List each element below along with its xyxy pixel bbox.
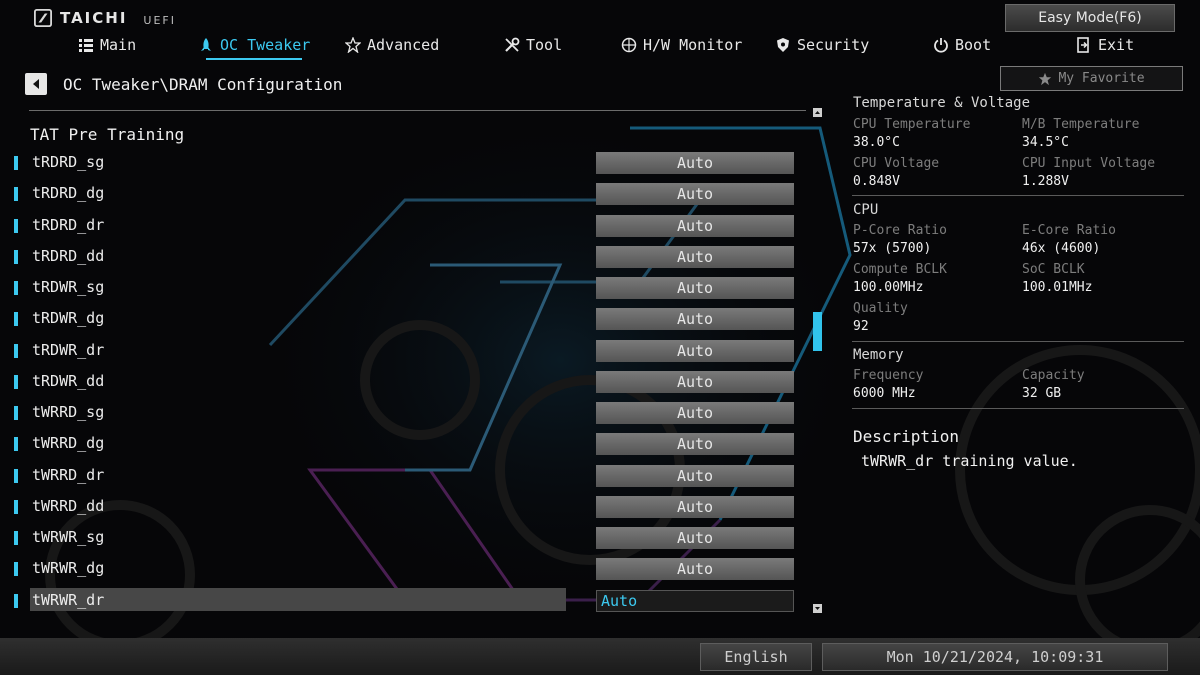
pcore-ratio-label: P-Core Ratio	[853, 223, 947, 238]
cpu-temp-label: CPU Temperature	[853, 117, 971, 132]
quality-value: 92	[853, 319, 869, 334]
description-title: Description	[853, 427, 959, 446]
setting-label[interactable]: tRDRD_dr	[32, 216, 104, 234]
star-icon	[1039, 72, 1052, 85]
setting-value-field[interactable]: Auto	[596, 371, 794, 393]
cpu-voltage-label: CPU Voltage	[853, 156, 940, 171]
language-button[interactable]: English	[700, 643, 812, 671]
row-marker	[14, 281, 18, 295]
row-marker	[14, 406, 18, 420]
row-marker	[14, 437, 18, 451]
setting-value-field[interactable]: Auto	[596, 183, 794, 205]
setting-label[interactable]: tWRRD_dd	[32, 497, 104, 515]
setting-value-field[interactable]: Auto	[596, 465, 794, 487]
row-marker	[14, 562, 18, 576]
setting-value-field[interactable]: Auto	[596, 277, 794, 299]
setting-label[interactable]: tWRWR_sg	[32, 528, 104, 546]
quality-label: Quality	[853, 301, 908, 316]
setting-value-field[interactable]: Auto	[596, 590, 794, 612]
panel-divider	[852, 195, 1184, 196]
temp-voltage-title: Temperature & Voltage	[853, 95, 1031, 111]
setting-label[interactable]: tRDRD_sg	[32, 153, 104, 171]
exit-icon	[1077, 37, 1089, 53]
row-marker	[14, 250, 18, 264]
panel-divider	[852, 341, 1184, 342]
setting-label[interactable]: tWRWR_dr	[32, 591, 104, 609]
memory-frequency-label: Frequency	[853, 368, 924, 383]
row-marker	[14, 469, 18, 483]
pcore-ratio-value: 57x (5700)	[853, 241, 932, 256]
cpu-voltage-value: 0.848V	[853, 174, 900, 189]
tab-exit[interactable]: Exit	[1076, 36, 1134, 54]
setting-label[interactable]: tWRRD_sg	[32, 403, 104, 421]
ecore-ratio-value: 46x (4600)	[1022, 241, 1101, 256]
row-marker	[14, 187, 18, 201]
memory-capacity-label: Capacity	[1022, 368, 1085, 383]
datetime-display: Mon 10/21/2024, 10:09:31	[822, 643, 1168, 671]
setting-label[interactable]: tRDWR_dg	[32, 309, 104, 327]
setting-value-field[interactable]: Auto	[596, 402, 794, 424]
setting-label[interactable]: tWRWR_dg	[32, 559, 104, 577]
soc-bclk-label: SoC BCLK	[1022, 262, 1085, 277]
setting-value-field[interactable]: Auto	[596, 152, 794, 174]
mb-temp-label: M/B Temperature	[1022, 117, 1140, 132]
setting-value-field[interactable]: Auto	[596, 340, 794, 362]
setting-label[interactable]: tRDRD_dg	[32, 184, 104, 202]
ecore-ratio-label: E-Core Ratio	[1022, 223, 1116, 238]
setting-value-field[interactable]: Auto	[596, 246, 794, 268]
cpu-input-voltage-label: CPU Input Voltage	[1022, 156, 1156, 171]
scroll-up-arrow-icon[interactable]	[813, 108, 822, 117]
panel-divider	[852, 408, 1184, 409]
setting-value-field[interactable]: Auto	[596, 308, 794, 330]
setting-value-field[interactable]: Auto	[596, 433, 794, 455]
setting-value-field[interactable]: Auto	[596, 496, 794, 518]
compute-bclk-label: Compute BCLK	[853, 262, 947, 277]
row-marker	[14, 500, 18, 514]
setting-label[interactable]: tWRRD_dr	[32, 466, 104, 484]
description-text: tWRWR_dr training value.	[861, 452, 1078, 470]
power-icon	[934, 38, 948, 53]
cpu-section-title: CPU	[853, 202, 879, 218]
scroll-down-arrow-icon[interactable]	[813, 604, 822, 613]
my-favorite-button[interactable]: My Favorite	[1000, 66, 1183, 91]
row-marker	[14, 594, 18, 608]
scrollbar-thumb[interactable]	[813, 312, 822, 351]
row-marker	[14, 344, 18, 358]
row-marker	[14, 312, 18, 326]
setting-value-field[interactable]: Auto	[596, 215, 794, 237]
setting-label[interactable]: tRDWR_dr	[32, 341, 104, 359]
setting-label[interactable]: tWRRD_dg	[32, 434, 104, 452]
settings-list: tRDRD_sg Auto tRDRD_dg Auto tRDRD_dr Auto tRDR…	[0, 0, 820, 620]
soc-bclk-value: 100.01MHz	[1022, 280, 1093, 295]
setting-label[interactable]: tRDWR_sg	[32, 278, 104, 296]
cpu-temp-value: 38.0°C	[853, 135, 900, 150]
cpu-input-voltage-value: 1.288V	[1022, 174, 1069, 189]
compute-bclk-value: 100.00MHz	[853, 280, 924, 295]
memory-section-title: Memory	[853, 347, 904, 363]
memory-capacity-value: 32 GB	[1022, 386, 1062, 401]
tab-boot[interactable]: Boot	[933, 36, 991, 54]
setting-label[interactable]: tRDWR_dd	[32, 372, 104, 390]
mb-temp-value: 34.5°C	[1022, 135, 1069, 150]
memory-frequency-value: 6000 MHz	[853, 386, 916, 401]
easy-mode-button[interactable]: Easy Mode(F6)	[1005, 4, 1175, 32]
row-marker	[14, 219, 18, 233]
row-marker	[14, 375, 18, 389]
row-marker	[14, 531, 18, 545]
row-marker	[14, 156, 18, 170]
selected-row-highlight	[30, 588, 566, 611]
my-favorite-label: My Favorite	[1058, 71, 1145, 86]
setting-value-field[interactable]: Auto	[596, 527, 794, 549]
setting-value-field[interactable]: Auto	[596, 558, 794, 580]
tab-exit-label: Exit	[1098, 36, 1135, 54]
setting-label[interactable]: tRDRD_dd	[32, 247, 104, 265]
tab-boot-label: Boot	[955, 36, 992, 54]
